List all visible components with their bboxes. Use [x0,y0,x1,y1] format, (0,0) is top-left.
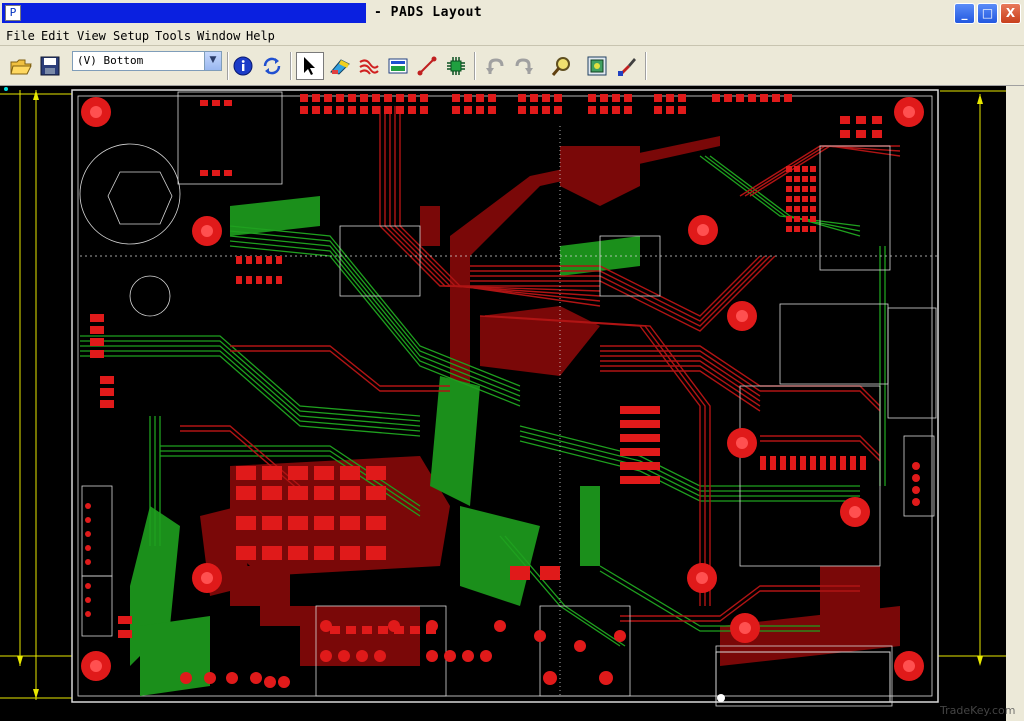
drafting-icon[interactable] [327,53,353,79]
pcb-board-drawing[interactable] [0,86,1006,721]
toolbar-separator [227,52,229,80]
select-arrow-icon[interactable] [296,52,324,80]
menu-bar: File Edit View Setup Tools Window Help [0,26,1024,46]
title-highlight [2,3,366,23]
app-icon[interactable]: P [5,5,21,21]
menu-view[interactable]: View [77,29,106,43]
via-icon[interactable] [443,53,469,79]
cursor-marker [4,87,8,91]
maximize-button[interactable]: □ [977,3,998,24]
open-folder-icon[interactable] [8,53,34,79]
routing-icon[interactable] [356,53,382,79]
menu-tools[interactable]: Tools [155,29,191,43]
redo-icon[interactable] [511,53,537,79]
watermark: TradeKey.com [940,704,1016,717]
undo-icon[interactable] [482,53,508,79]
info-icon[interactable] [230,53,256,79]
toolbar-separator [645,52,647,80]
eco-icon[interactable] [385,53,411,79]
close-button[interactable]: X [1000,3,1021,24]
toolbar-separator [290,52,292,80]
refresh-icon[interactable] [259,53,285,79]
paint-icon[interactable] [614,53,640,79]
layer-select-value: (V) Bottom [77,54,144,67]
pcb-canvas[interactable] [0,86,1006,721]
route-icon[interactable] [414,53,440,79]
menu-setup[interactable]: Setup [113,29,149,43]
chevron-down-icon[interactable]: ▼ [204,52,221,70]
minimize-button[interactable]: _ [954,3,975,24]
toolbar-separator [474,52,476,80]
menu-file[interactable]: File [6,29,35,43]
vertical-scrollbar[interactable] [1006,86,1024,721]
window-title: - PADS Layout [374,5,483,20]
board-outline [71,89,939,703]
save-icon[interactable] [37,53,63,79]
title-bar: P - PADS Layout _ □ X [0,0,1024,26]
menu-window[interactable]: Window [197,29,240,43]
zoom-icon[interactable] [549,53,575,79]
layer-select[interactable]: (V) Bottom ▼ [72,51,222,71]
toolbar: (V) Bottom ▼ [0,46,1024,86]
menu-help[interactable]: Help [246,29,275,43]
origin-marker [717,694,725,702]
layout-toolbar-icon[interactable] [584,53,610,79]
menu-edit[interactable]: Edit [41,29,70,43]
